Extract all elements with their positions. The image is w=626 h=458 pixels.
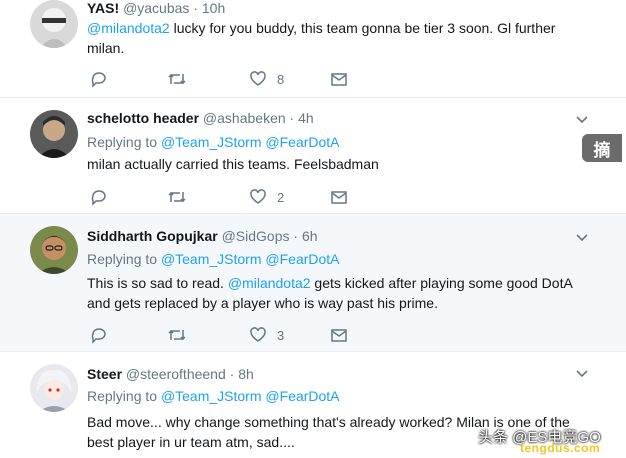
reply-icon: [90, 188, 108, 206]
tweet-header: Siddharth Gopujkar @SidGops · 6h: [87, 228, 318, 244]
display-name[interactable]: Steer: [87, 366, 122, 382]
separator: ·: [293, 228, 299, 244]
reply-icon: [90, 70, 108, 88]
replying-to: Replying to @Team_JStorm @FearDotA: [87, 388, 340, 404]
avatar[interactable]: [30, 0, 78, 48]
retweet-icon: [167, 326, 187, 344]
like-icon: [249, 326, 267, 344]
tweet-text-pre: This is so sad to read.: [87, 275, 228, 291]
tweet-text: @milandota2 lucky for you buddy, this te…: [87, 18, 587, 58]
retweet-button[interactable]: [167, 186, 187, 208]
retweet-icon: [167, 188, 187, 206]
message-icon: [330, 188, 348, 206]
tweet-actions: 2: [87, 186, 387, 208]
user-handle[interactable]: @SidGops: [222, 228, 290, 244]
mention-link[interactable]: @milandota2: [87, 20, 170, 36]
chevron-down-icon[interactable]: [574, 230, 590, 246]
user-handle[interactable]: @yacubas: [123, 0, 189, 16]
chevron-down-icon[interactable]: [574, 366, 590, 382]
retweet-button[interactable]: [167, 68, 187, 90]
chevron-down-icon[interactable]: [574, 112, 590, 128]
message-icon: [330, 70, 348, 88]
separator: ·: [193, 0, 198, 16]
tweet-text-post: gets kicked after playing some good DotA: [310, 275, 573, 291]
reply-button[interactable]: [90, 324, 108, 346]
like-count: 3: [277, 327, 285, 343]
user-handle[interactable]: @ashabeken: [203, 110, 286, 126]
tweet-header: YAS! @yacubas · 10h: [87, 0, 225, 16]
tweet-2[interactable]: schelotto header @ashabeken · 4h Replyin…: [0, 98, 626, 214]
tweet-text-line1: lucky for you buddy, this team gonna be …: [169, 20, 556, 36]
reply-button[interactable]: [90, 186, 108, 208]
like-button[interactable]: 3: [249, 324, 284, 346]
reply-handles-link[interactable]: @Team_JStorm @FearDotA: [161, 134, 340, 150]
tweet-header: schelotto header @ashabeken · 4h: [87, 110, 314, 126]
timestamp[interactable]: 8h: [238, 366, 254, 382]
summary-badge[interactable]: 摘: [582, 134, 622, 162]
mention-link[interactable]: @milandota2: [228, 275, 311, 291]
message-button[interactable]: [330, 186, 348, 208]
display-name[interactable]: YAS!: [87, 0, 119, 16]
reply-icon: [90, 326, 108, 344]
message-button[interactable]: [330, 68, 348, 90]
replying-to-label: Replying to: [87, 134, 158, 150]
tweet-actions: 8: [87, 68, 387, 90]
display-name[interactable]: schelotto header: [87, 110, 199, 126]
tweet-header: Steer @steeroftheend · 8h: [87, 366, 254, 382]
like-icon: [249, 70, 267, 88]
replying-to-label: Replying to: [87, 251, 158, 267]
message-icon: [330, 326, 348, 344]
replying-to: Replying to @Team_JStorm @FearDotA: [87, 251, 340, 267]
message-button[interactable]: [330, 324, 348, 346]
timestamp[interactable]: 4h: [298, 110, 314, 126]
reply-handles-link[interactable]: @Team_JStorm @FearDotA: [161, 388, 340, 404]
retweet-icon: [167, 70, 187, 88]
timestamp[interactable]: 6h: [302, 228, 318, 244]
replying-to-label: Replying to: [87, 388, 158, 404]
like-button[interactable]: 8: [249, 68, 284, 90]
tweet-text: milan actually carried this teams. Feels…: [87, 154, 587, 174]
separator: ·: [229, 366, 235, 382]
like-count: 2: [277, 189, 285, 205]
watermark-url: tengdus.com: [520, 441, 601, 455]
reply-button[interactable]: [90, 68, 108, 90]
tweet-text-line2: milan.: [87, 40, 125, 56]
tweet-text-line1: milan actually carried this teams. Feels…: [87, 156, 379, 172]
retweet-button[interactable]: [167, 324, 187, 346]
separator: ·: [289, 110, 295, 126]
avatar[interactable]: [30, 110, 78, 158]
display-name[interactable]: Siddharth Gopujkar: [87, 228, 218, 244]
like-count: 8: [277, 71, 285, 87]
like-icon: [249, 188, 267, 206]
timestamp[interactable]: 10h: [202, 0, 225, 16]
like-button[interactable]: 2: [249, 186, 284, 208]
avatar[interactable]: [30, 364, 78, 412]
reply-handles-link[interactable]: @Team_JStorm @FearDotA: [161, 251, 340, 267]
tweet-text-line2: and gets replaced by a player who is way…: [87, 295, 438, 311]
avatar[interactable]: [30, 226, 78, 274]
tweet-1[interactable]: YAS! @yacubas · 10h @milandota2 lucky fo…: [0, 0, 626, 98]
replying-to: Replying to @Team_JStorm @FearDotA: [87, 134, 340, 150]
tweet-actions: 3: [87, 324, 387, 346]
tweet-3[interactable]: Siddharth Gopujkar @SidGops · 6h Replyin…: [0, 214, 626, 352]
user-handle[interactable]: @steeroftheend: [126, 366, 226, 382]
tweet-text-line2: best player in ur team atm, sad....: [87, 434, 295, 450]
tweet-text: This is so sad to read. @milandota2 gets…: [87, 273, 587, 313]
